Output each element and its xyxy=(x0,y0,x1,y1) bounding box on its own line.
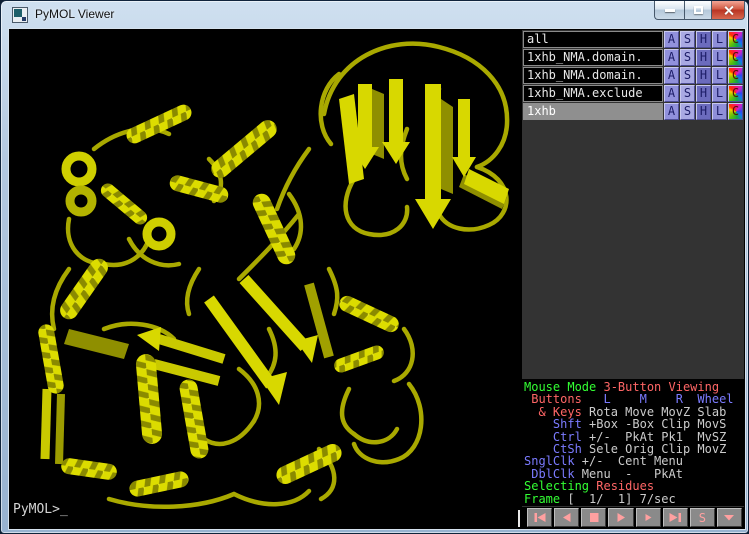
scene-s-button[interactable]: S xyxy=(690,508,715,527)
object-row: 1xhb_NMA.domain.ASHLC xyxy=(523,49,743,66)
object-button-s[interactable]: S xyxy=(680,49,695,66)
object-button-a[interactable]: A xyxy=(664,31,679,48)
object-button-c[interactable]: C xyxy=(728,85,743,102)
object-row: 1xhb_NMA.domain.ASHLC xyxy=(523,67,743,84)
object-button-l[interactable]: L xyxy=(712,67,727,84)
close-icon xyxy=(723,5,734,16)
back-icon xyxy=(560,512,574,523)
go-to-end-button[interactable] xyxy=(663,508,688,527)
skip-end-icon xyxy=(668,512,682,523)
play-button[interactable] xyxy=(608,508,633,527)
object-button-s[interactable]: S xyxy=(680,85,695,102)
object-button-h[interactable]: H xyxy=(696,103,711,120)
pymol-window: PyMOL Viewer xyxy=(0,0,749,534)
panel-grip[interactable] xyxy=(518,510,520,527)
stop-button[interactable] xyxy=(581,508,606,527)
object-button-s[interactable]: S xyxy=(680,31,695,48)
object-row-label[interactable]: 1xhb_NMA.domain. xyxy=(523,49,663,66)
command-prompt[interactable]: PyMOL>_ xyxy=(13,502,68,517)
mouse-panel-line: Frame [ 1/ 1] 7/sec xyxy=(524,493,744,505)
object-button-l[interactable]: L xyxy=(712,31,727,48)
object-button-l[interactable]: L xyxy=(712,85,727,102)
step-forward-button[interactable] xyxy=(636,508,661,527)
object-button-l[interactable]: L xyxy=(712,103,727,120)
object-button-c[interactable]: C xyxy=(728,49,743,66)
minimize-button[interactable] xyxy=(654,1,684,20)
window-title: PyMOL Viewer xyxy=(35,7,114,21)
titlebar[interactable]: PyMOL Viewer xyxy=(1,1,748,29)
mouse-mode-panel[interactable]: Mouse Mode 3-Button Viewing Buttons L M … xyxy=(522,379,744,506)
object-button-h[interactable]: H xyxy=(696,49,711,66)
object-row-label[interactable]: 1xhb xyxy=(523,103,663,120)
object-button-c[interactable]: C xyxy=(728,31,743,48)
application-icon xyxy=(12,7,28,23)
object-row: 1xhbASHLC xyxy=(523,103,743,120)
close-button[interactable] xyxy=(712,1,745,20)
object-button-a[interactable]: A xyxy=(664,103,679,120)
object-button-h[interactable]: H xyxy=(696,31,711,48)
step-back-button[interactable] xyxy=(554,508,579,527)
object-button-a[interactable]: A xyxy=(664,67,679,84)
down-icon xyxy=(722,512,736,523)
skip-start-icon xyxy=(533,512,547,523)
object-button-a[interactable]: A xyxy=(664,49,679,66)
object-row-label[interactable]: 1xhb_NMA.exclude xyxy=(523,85,663,102)
object-button-c[interactable]: C xyxy=(728,67,743,84)
forward-icon xyxy=(641,512,655,523)
object-button-s[interactable]: S xyxy=(680,67,695,84)
object-row-label[interactable]: all xyxy=(523,31,663,48)
client-area: PyMOL>_ allASHLC1xhb_NMA.domain.ASHLC1xh… xyxy=(9,29,745,529)
mouse-panel-text: [ 1/ 1] 7/sec xyxy=(567,492,675,506)
object-button-l[interactable]: L xyxy=(712,49,727,66)
side-panel: allASHLC1xhb_NMA.domain.ASHLC1xhb_NMA.do… xyxy=(522,30,744,528)
object-button-s[interactable]: S xyxy=(680,103,695,120)
movie-playbar: S xyxy=(522,507,744,528)
object-button-c[interactable]: C xyxy=(728,103,743,120)
protein-structure xyxy=(9,29,519,527)
object-button-h[interactable]: H xyxy=(696,67,711,84)
stop-icon xyxy=(587,512,601,523)
object-row: 1xhb_NMA.excludeASHLC xyxy=(523,85,743,102)
maximize-button[interactable] xyxy=(684,1,712,20)
mouse-panel-text: Frame xyxy=(524,492,567,506)
object-row: allASHLC xyxy=(523,31,743,48)
play-icon xyxy=(614,512,628,523)
maximize-icon xyxy=(694,6,703,14)
object-button-a[interactable]: A xyxy=(664,85,679,102)
go-to-start-button[interactable] xyxy=(527,508,552,527)
object-row-label[interactable]: 1xhb_NMA.domain. xyxy=(523,67,663,84)
minimize-icon xyxy=(665,9,675,12)
movie-menu-button[interactable] xyxy=(717,508,742,527)
object-list: allASHLC1xhb_NMA.domain.ASHLC1xhb_NMA.do… xyxy=(523,31,743,121)
object-button-h[interactable]: H xyxy=(696,85,711,102)
caption-buttons xyxy=(654,1,745,20)
